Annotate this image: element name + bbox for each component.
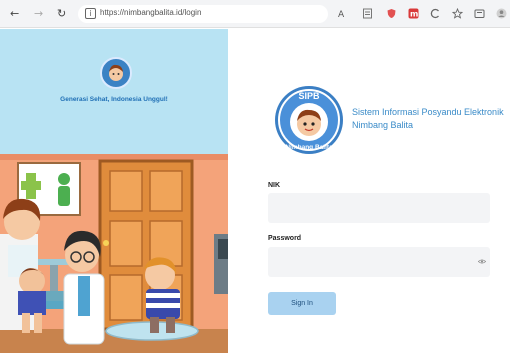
site-info-icon[interactable]: i [85,8,96,19]
back-arrow-icon[interactable]: ← [10,7,19,21]
read-aloud-icon[interactable]: A [338,8,349,19]
address-bar[interactable]: i https://nimbangbalita.id/login [78,5,328,23]
password-input[interactable] [268,247,490,277]
extension-c-icon[interactable] [430,8,441,19]
url-text: https://nimbangbalita.id/login [100,8,202,17]
svg-text:A: A [338,10,345,19]
password-label: Password [268,235,302,242]
extension-shield-icon[interactable] [386,8,397,19]
nik-label: NIK [268,182,281,189]
login-panel: SIPB Nimbang Balita Sistem Informasi Pos… [228,29,510,353]
extension-page-icon[interactable] [362,8,373,19]
logo-top-text: SIPB [298,91,320,101]
svg-text:m: m [410,10,418,19]
forward-arrow-icon[interactable]: → [34,7,43,21]
brand-title-line1: Sistem Informasi Posyandu Elektronik [352,107,504,117]
sign-in-button[interactable]: Sign In [268,292,336,315]
brand-title-line2: Nimbang Balita [352,120,414,130]
eye-icon[interactable] [478,259,486,264]
profile-avatar-icon[interactable] [496,8,507,19]
left-logo [100,57,132,89]
brand-title: Sistem Informasi Posyandu Elektronik Nim… [352,106,504,132]
favorite-star-icon[interactable] [452,8,463,19]
tagline: Generasi Sehat, Indonesia Unggul! [60,96,168,103]
extension-red-icon[interactable]: m [408,8,419,19]
nik-input[interactable] [268,193,490,223]
brand-logo: SIPB Nimbang Balita [275,86,343,154]
reload-icon[interactable]: ↻ [57,7,66,21]
browser-toolbar: ← → ↻ i https://nimbangbalita.id/login A… [0,0,510,28]
illustration-panel: Generasi Sehat, Indonesia Unggul! [0,29,228,353]
collections-icon[interactable] [474,8,485,19]
logo-bottom-text: Nimbang Balita [285,144,333,151]
